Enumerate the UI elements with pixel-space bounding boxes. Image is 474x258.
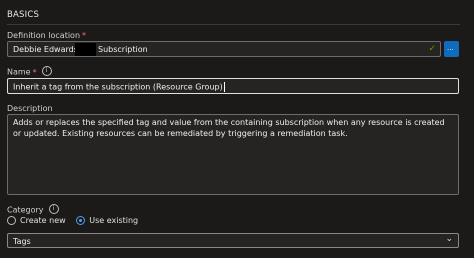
name-input-value: Inherit a tag from the subscription (Res… xyxy=(13,82,225,92)
required-marker: * xyxy=(32,67,37,77)
definition-location-field[interactable]: Debbie Edwards Subscription ✓ xyxy=(7,41,441,57)
chevron-down-icon: ⌄ xyxy=(445,234,453,244)
section-divider xyxy=(7,24,460,25)
category-radio-group: Create new Use existing xyxy=(7,216,146,225)
check-icon: ✓ xyxy=(428,44,436,54)
info-icon[interactable]: i xyxy=(41,66,52,76)
category-label: Category i xyxy=(7,204,59,215)
category-select[interactable]: Tags ⌄ xyxy=(7,233,459,248)
description-label: Description xyxy=(7,104,53,113)
radio-create-new[interactable] xyxy=(7,216,16,225)
radio-create-new-label[interactable]: Create new xyxy=(20,216,66,225)
name-input[interactable]: Inherit a tag from the subscription (Res… xyxy=(7,78,459,94)
name-label-text: Name xyxy=(7,67,31,77)
definition-location-name: Debbie Edwards xyxy=(13,45,78,54)
description-textarea[interactable]: Adds or replaces the specified tag and v… xyxy=(7,114,459,195)
ellipsis-icon: ... xyxy=(447,44,454,52)
info-icon[interactable]: i xyxy=(48,204,59,214)
section-title: BASICS xyxy=(7,10,40,20)
name-label: Name * i xyxy=(7,66,52,77)
required-marker: * xyxy=(82,31,87,40)
text-cursor xyxy=(223,82,225,92)
definition-location-label: Definition location * xyxy=(7,31,86,40)
radio-use-existing-label[interactable]: Use existing xyxy=(89,216,138,225)
radio-use-existing[interactable] xyxy=(76,216,86,225)
name-input-text: Inherit a tag from the subscription (Res… xyxy=(13,82,223,92)
definition-location-subscription: Subscription xyxy=(98,45,148,54)
browse-location-button[interactable]: ... xyxy=(444,41,459,57)
definition-location-label-text: Definition location xyxy=(7,31,81,40)
category-label-text: Category xyxy=(7,205,44,215)
category-select-value: Tags xyxy=(13,237,31,246)
redaction-block xyxy=(75,43,96,56)
